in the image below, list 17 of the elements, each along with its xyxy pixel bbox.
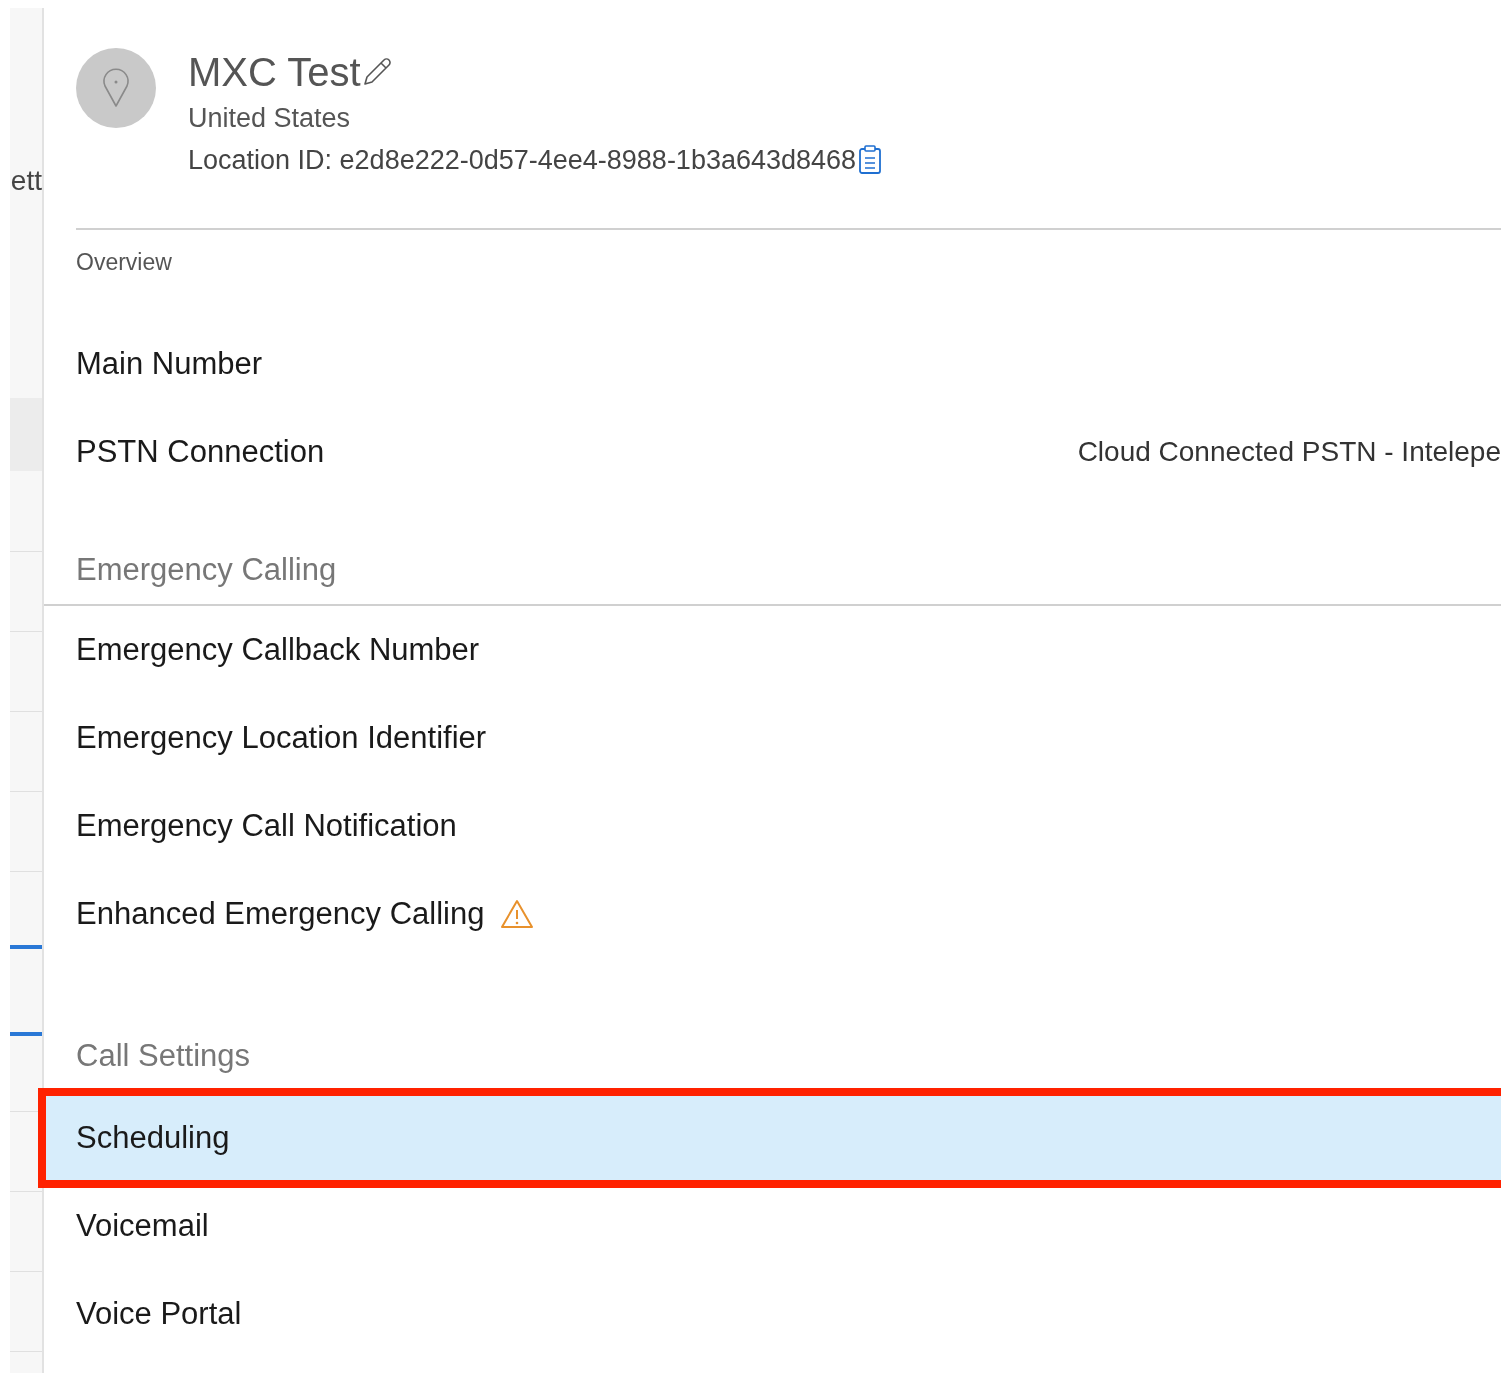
- location-name: MXC Test: [188, 49, 361, 96]
- pin-icon: [101, 68, 131, 108]
- settings-row[interactable]: Emergency Callback Number: [44, 606, 1501, 694]
- settings-row[interactable]: Main Number: [44, 320, 1501, 408]
- copy-icon[interactable]: [858, 145, 883, 175]
- section-heading: Call Settings: [76, 1038, 251, 1074]
- settings-row[interactable]: Emergency Call Notification: [44, 782, 1501, 870]
- section-heading: Overview: [76, 248, 172, 276]
- settings-row[interactable]: Voicemail: [44, 1182, 1501, 1270]
- location-id: Location ID: e2d8e222-0d57-4ee4-8988-1b3a643d8468: [188, 144, 857, 177]
- section-heading: Emergency Calling: [76, 552, 337, 588]
- sidebar-label: ett: [10, 164, 42, 198]
- settings-row[interactable]: Emergency Location Identifier: [44, 694, 1501, 782]
- settings-row[interactable]: Enhanced Emergency Calling: [44, 870, 1501, 958]
- location-country: United States: [188, 102, 351, 135]
- settings-row[interactable]: PSTN Connection Cloud Connected PSTN - Intelepe: [44, 408, 1501, 496]
- settings-row[interactable]: Voice Portal: [44, 1270, 1501, 1358]
